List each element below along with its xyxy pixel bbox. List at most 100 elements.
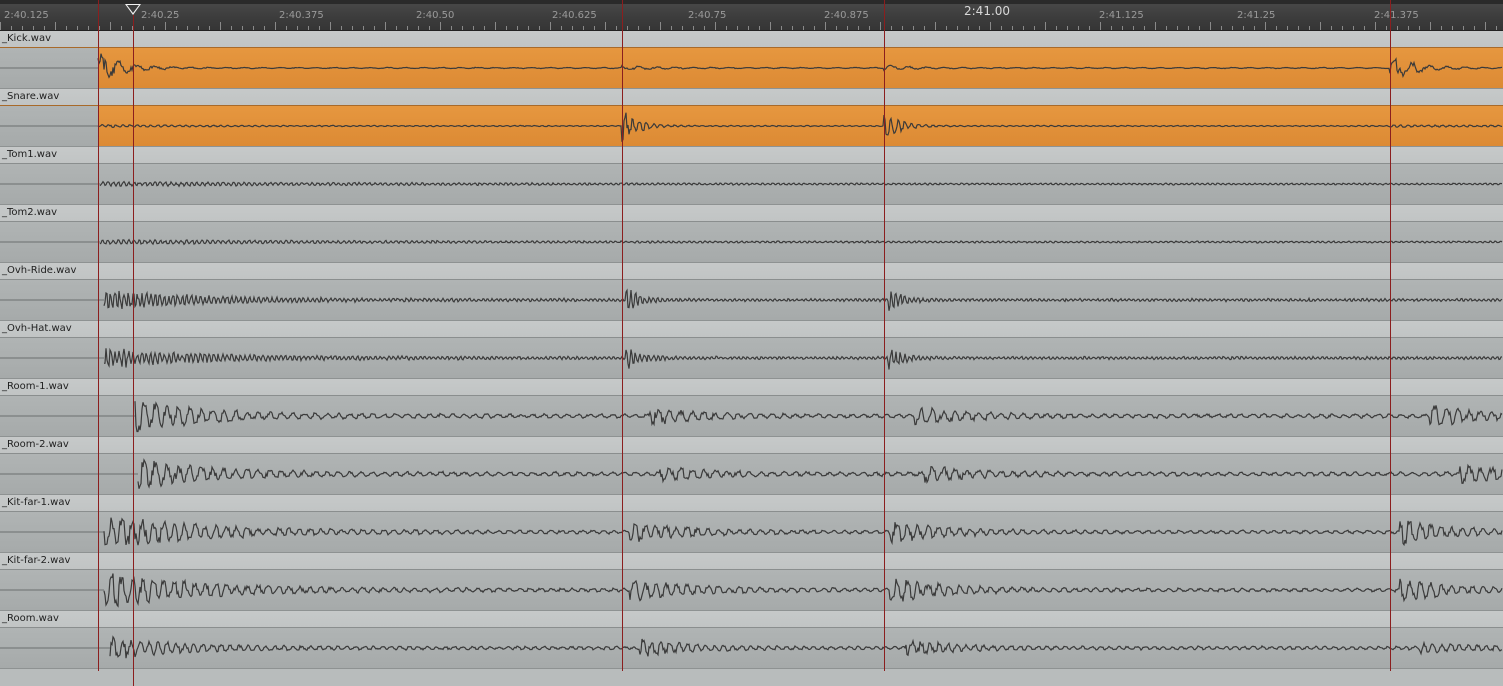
ruler-tick <box>1012 26 1013 30</box>
ruler-tick <box>506 26 507 30</box>
audio-clip[interactable] <box>0 569 1503 610</box>
ruler-tick <box>363 26 364 30</box>
ruler-tick <box>231 26 232 30</box>
audio-clip[interactable] <box>0 337 1503 378</box>
ruler-tick <box>649 26 650 30</box>
audio-clip[interactable] <box>0 105 1503 146</box>
ruler-tick <box>154 26 155 30</box>
ruler-tick <box>220 22 221 30</box>
waveform-path <box>134 401 1503 433</box>
waveform <box>0 458 1503 489</box>
waveform <box>0 238 1503 246</box>
ruler-tick <box>594 26 595 30</box>
track-row[interactable]: _Room.wav <box>0 611 1503 669</box>
ruler-tick <box>990 22 991 30</box>
ruler-tick <box>693 26 694 30</box>
ruler-tick <box>451 26 452 30</box>
audio-clip[interactable] <box>0 163 1503 204</box>
ruler-tick <box>1353 26 1354 30</box>
ruler-tick <box>418 26 419 30</box>
ruler-tick <box>1078 26 1079 30</box>
track-row[interactable]: _Kick.wav <box>0 31 1503 89</box>
ruler-tick <box>11 26 12 30</box>
ruler-tick <box>759 26 760 30</box>
track-row[interactable]: _Room-1.wav <box>0 379 1503 437</box>
ruler-tick <box>517 26 518 30</box>
ruler-tick <box>616 26 617 30</box>
track-row[interactable]: _Ovh-Ride.wav <box>0 263 1503 321</box>
timeline-ruler[interactable]: 2:40.125 2:40.25 2:40.375 2:40.50 2:40.625 2:… <box>0 0 1503 31</box>
ruler-tick <box>286 26 287 30</box>
ruler-tick <box>495 22 496 30</box>
ruler-tick <box>726 26 727 30</box>
ruler-tick <box>814 26 815 30</box>
ruler-label: 2:40.25 <box>141 10 180 21</box>
ruler-label: 2:40.625 <box>552 10 597 21</box>
ruler-tick <box>539 26 540 30</box>
track-row[interactable]: _Ovh-Hat.wav <box>0 321 1503 379</box>
track-row[interactable]: _Snare.wav <box>0 89 1503 147</box>
ruler-tick <box>781 26 782 30</box>
ruler-tick <box>528 26 529 30</box>
ruler-tick <box>132 26 133 30</box>
ruler-tick <box>1155 22 1156 30</box>
waveform <box>0 635 1503 659</box>
ruler-tick <box>1045 22 1046 30</box>
ruler-tick <box>143 26 144 30</box>
audio-clip[interactable] <box>0 511 1503 552</box>
ruler-tick <box>385 22 386 30</box>
ruler-tick <box>187 26 188 30</box>
waveform-path <box>103 573 1503 608</box>
track-row[interactable]: _Room-2.wav <box>0 437 1503 495</box>
playhead-triangle-inner <box>127 5 139 13</box>
ruler-tick <box>1144 26 1145 30</box>
ruler-tick <box>704 26 705 30</box>
ruler-tick <box>935 22 936 30</box>
audio-clip[interactable] <box>0 395 1503 436</box>
waveform <box>0 347 1503 370</box>
track-name: _Room-1.wav <box>2 381 69 392</box>
ruler-tick <box>1485 22 1486 30</box>
audio-clip[interactable] <box>0 453 1503 494</box>
track-row[interactable]: _Tom1.wav <box>0 147 1503 205</box>
ruler-label: 2:41.125 <box>1099 10 1144 21</box>
ruler-tick <box>748 26 749 30</box>
ruler-tick <box>1254 26 1255 30</box>
track-name: _Snare.wav <box>2 91 60 102</box>
ruler-tick <box>671 26 672 30</box>
ruler-tick <box>462 26 463 30</box>
audio-clip[interactable] <box>0 627 1503 668</box>
ruler-tick <box>44 26 45 30</box>
ruler-tick <box>176 26 177 30</box>
ruler-tick <box>1430 22 1431 30</box>
ruler-tick <box>66 26 67 30</box>
ruler-tick <box>1111 26 1112 30</box>
audio-clip[interactable] <box>0 47 1503 88</box>
ruler-tick <box>1298 26 1299 30</box>
ruler-tick <box>77 26 78 30</box>
ruler-tick <box>121 26 122 30</box>
audio-clip[interactable] <box>0 279 1503 320</box>
ruler-tick <box>242 26 243 30</box>
ruler-tick <box>319 26 320 30</box>
ruler-tick <box>209 26 210 30</box>
ruler-tick <box>968 26 969 30</box>
waveform-path <box>97 112 1503 142</box>
ruler-tick <box>660 22 661 30</box>
ruler-label: 2:40.125 <box>4 10 49 21</box>
ruler-tick <box>583 26 584 30</box>
ruler-tick <box>88 26 89 30</box>
ruler-tick <box>1221 26 1222 30</box>
ruler-tick <box>1331 26 1332 30</box>
audio-clip[interactable] <box>0 221 1503 262</box>
ruler-tick <box>99 26 100 30</box>
ruler-tick <box>858 26 859 30</box>
track-row[interactable]: _Kit-far-1.wav <box>0 495 1503 553</box>
ruler-tick <box>605 22 606 30</box>
track-row[interactable]: _Kit-far-2.wav <box>0 553 1503 611</box>
ruler-tick <box>1320 22 1321 30</box>
ruler-tick <box>352 26 353 30</box>
track-row[interactable]: _Tom2.wav <box>0 205 1503 263</box>
ruler-tick <box>1023 26 1024 30</box>
ruler-tick <box>847 26 848 30</box>
